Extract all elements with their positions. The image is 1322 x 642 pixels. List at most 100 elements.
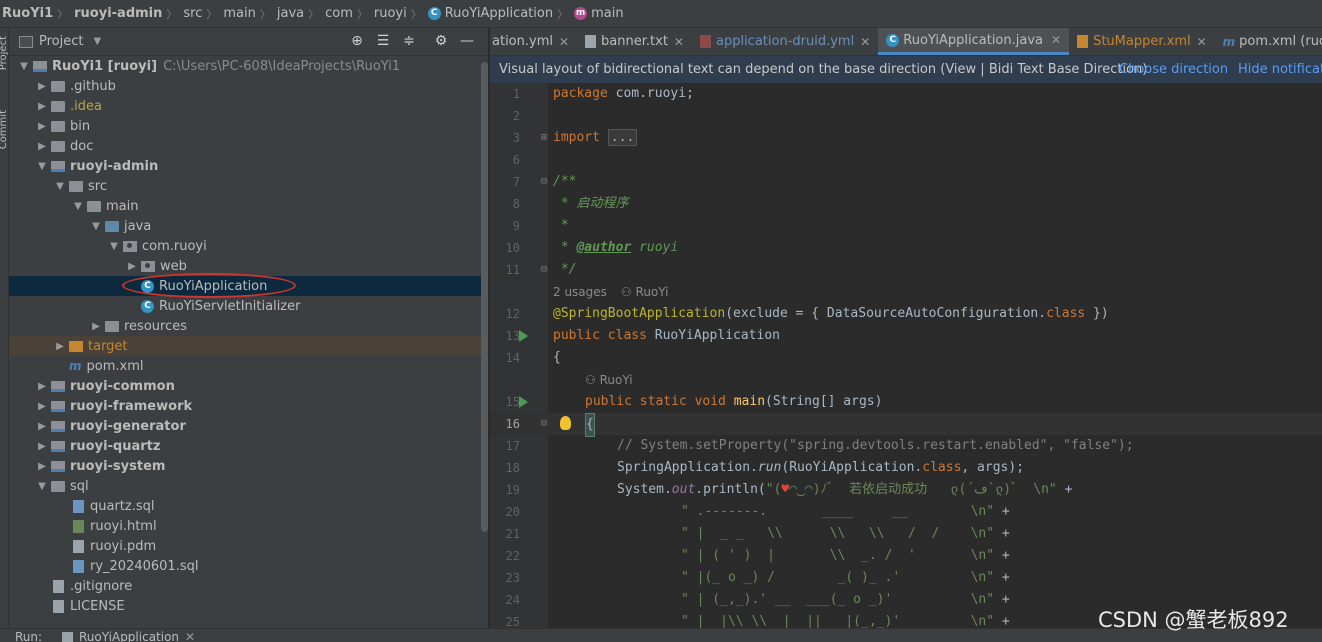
run-icon[interactable]: [519, 396, 528, 408]
breadcrumb-item[interactable]: ruoyi-admin: [74, 6, 162, 21]
fold-icon[interactable]: ⊞: [541, 127, 547, 149]
expand-arrow-icon[interactable]: ▼: [17, 61, 31, 72]
project-tool-button[interactable]: Project: [0, 36, 9, 70]
collapse-arrow-icon[interactable]: ▶: [35, 141, 49, 152]
tree-item[interactable]: ▼ sql: [9, 476, 488, 496]
breadcrumb-item[interactable]: main: [223, 6, 255, 21]
tree-scrollbar[interactable]: [481, 62, 488, 532]
fold-icon[interactable]: ⊟: [541, 171, 547, 193]
tree-item[interactable]: ▼ main: [9, 196, 488, 216]
breadcrumb-item[interactable]: C RuoYiApplication: [427, 6, 553, 21]
breadcrumb-item[interactable]: m main: [574, 6, 624, 21]
collapse-arrow-icon[interactable]: ▶: [89, 321, 103, 332]
fold-icon[interactable]: ⊟: [541, 259, 547, 281]
usages-hint[interactable]: 2 usages: [553, 285, 607, 299]
expand-arrow-icon[interactable]: ▼: [35, 481, 49, 492]
tree-item[interactable]: ry_20240601.sql: [9, 556, 488, 576]
tree-item[interactable]: ruoyi.html: [9, 516, 488, 536]
collapse-arrow-icon[interactable]: ▶: [35, 81, 49, 92]
breadcrumb-item[interactable]: src: [183, 6, 202, 21]
tree-item[interactable]: ▼ src: [9, 176, 488, 196]
collapse-arrow-icon[interactable]: ▶: [35, 421, 49, 432]
breadcrumb-item[interactable]: java: [277, 6, 304, 21]
code-editor[interactable]: 1 package com.ruoyi; 2 3 ⊞ import ... 6 7 ⊟ /…: [490, 83, 1322, 628]
close-icon[interactable]: ✕: [674, 35, 684, 49]
tree-item-selected[interactable]: C RuoYiApplication: [9, 273, 488, 298]
hide-icon[interactable]: —: [458, 32, 476, 50]
close-icon[interactable]: ✕: [1197, 35, 1207, 49]
tree-item[interactable]: ▶ doc: [9, 136, 488, 156]
tree-item[interactable]: ▶ ruoyi-framework: [9, 396, 488, 416]
locate-icon[interactable]: ⊕: [348, 32, 366, 50]
tree-item[interactable]: ▼ java: [9, 216, 488, 236]
tree-item[interactable]: LICENSE: [9, 596, 488, 616]
tab-stumapper-xml[interactable]: StuMapper.xml ✕: [1069, 28, 1215, 55]
tree-item-label: pom.xml: [86, 358, 144, 374]
tab-application-yml[interactable]: ation.yml ✕: [490, 28, 577, 55]
breadcrumb-item[interactable]: RuoYi1: [2, 6, 53, 21]
project-panel-title[interactable]: Project: [39, 34, 83, 49]
tree-item[interactable]: ▶ bin: [9, 116, 488, 136]
close-icon[interactable]: ✕: [860, 35, 870, 49]
collapse-arrow-icon[interactable]: ▶: [53, 341, 67, 352]
expand-arrow-icon[interactable]: ▼: [35, 161, 49, 172]
collapse-arrow-icon[interactable]: ▶: [125, 261, 139, 272]
tree-item[interactable]: ▶ ruoyi-system: [9, 456, 488, 476]
collapse-arrow-icon[interactable]: ▶: [35, 401, 49, 412]
tree-item[interactable]: m pom.xml: [9, 356, 488, 376]
collapse-arrow-icon[interactable]: ▶: [35, 101, 49, 112]
collapse-arrow-icon[interactable]: ▶: [35, 441, 49, 452]
tree-item[interactable]: ▶ ruoyi-common: [9, 376, 488, 396]
breadcrumb: RuoYi1 〉 ruoyi-admin 〉 src 〉 main 〉 java 〉 co…: [0, 0, 1322, 28]
tree-item-label: main: [106, 198, 139, 214]
doc-comment: * 启动程序: [553, 196, 629, 211]
expand-arrow-icon[interactable]: ▼: [89, 221, 103, 232]
tab-ruoyiapplication-java[interactable]: C RuoYiApplication.java ✕: [878, 28, 1070, 55]
tab-pom-xml[interactable]: mpom.xml (ruoyi)✕: [1215, 28, 1322, 55]
gear-icon[interactable]: ⚙: [432, 32, 450, 50]
hide-notification-link[interactable]: Hide notification: [1238, 62, 1322, 77]
collapse-arrow-icon[interactable]: ▶: [35, 121, 49, 132]
run-tab-label: RuoYiApplication: [79, 630, 180, 642]
collapse-arrow-icon[interactable]: ▶: [35, 461, 49, 472]
author-hint[interactable]: RuoYi: [600, 373, 633, 387]
tree-item[interactable]: ▶ web: [9, 256, 488, 276]
collapse-arrow-icon[interactable]: ▶: [35, 381, 49, 392]
tree-item[interactable]: ▼ com.ruoyi: [9, 236, 488, 256]
tree-item[interactable]: ▼ ruoyi-admin: [9, 156, 488, 176]
expand-arrow-icon[interactable]: ▼: [107, 241, 121, 252]
expand-arrow-icon[interactable]: ▼: [71, 201, 85, 212]
tree-item[interactable]: ▶ ruoyi-generator: [9, 416, 488, 436]
tab-application-druid-yml[interactable]: application-druid.yml ✕: [692, 28, 878, 55]
tree-item[interactable]: ▶ resources: [9, 316, 488, 336]
code-line: 21 " | _ _ \\ \\ \\ / / \n" +: [490, 523, 1322, 545]
tree-item[interactable]: ▶ target: [9, 336, 488, 356]
lightbulb-icon[interactable]: [560, 416, 571, 430]
tree-item[interactable]: .gitignore: [9, 576, 488, 596]
run-icon[interactable]: [519, 330, 528, 342]
folded-imports[interactable]: ...: [607, 129, 638, 146]
tree-item[interactable]: C RuoYiServletInitializer: [9, 296, 488, 316]
tree-item[interactable]: ruoyi.pdm: [9, 536, 488, 556]
author-hint[interactable]: RuoYi: [636, 285, 669, 299]
expand-all-icon[interactable]: ☰: [374, 32, 392, 50]
tree-item[interactable]: ▼ RuoYi1 [ruoyi] C:\Users\PC-608\IdeaProje…: [9, 56, 488, 76]
chevron-down-icon[interactable]: ▼: [93, 36, 101, 47]
tree-item[interactable]: quartz.sql: [9, 496, 488, 516]
tree-item[interactable]: ▶ ruoyi-quartz: [9, 436, 488, 456]
close-icon[interactable]: ✕: [185, 630, 195, 642]
choose-direction-link[interactable]: Choose direction: [1119, 62, 1228, 77]
collapse-all-icon[interactable]: ≑: [400, 32, 418, 50]
close-icon[interactable]: ✕: [1051, 33, 1061, 47]
close-icon[interactable]: ✕: [559, 35, 569, 49]
expand-arrow-icon[interactable]: ▼: [53, 181, 67, 192]
breadcrumb-item[interactable]: com: [325, 6, 353, 21]
class-icon: C: [141, 279, 154, 293]
breadcrumb-item[interactable]: ruoyi: [374, 6, 407, 21]
fold-icon[interactable]: ⊟: [541, 413, 547, 435]
run-tab[interactable]: RuoYiApplication ✕: [62, 630, 195, 642]
tab-banner-txt[interactable]: banner.txt ✕: [577, 28, 692, 55]
tree-item[interactable]: ▶ .idea: [9, 96, 488, 116]
commit-tool-button[interactable]: Commit: [0, 110, 9, 149]
tree-item[interactable]: ▶ .github: [9, 76, 488, 96]
